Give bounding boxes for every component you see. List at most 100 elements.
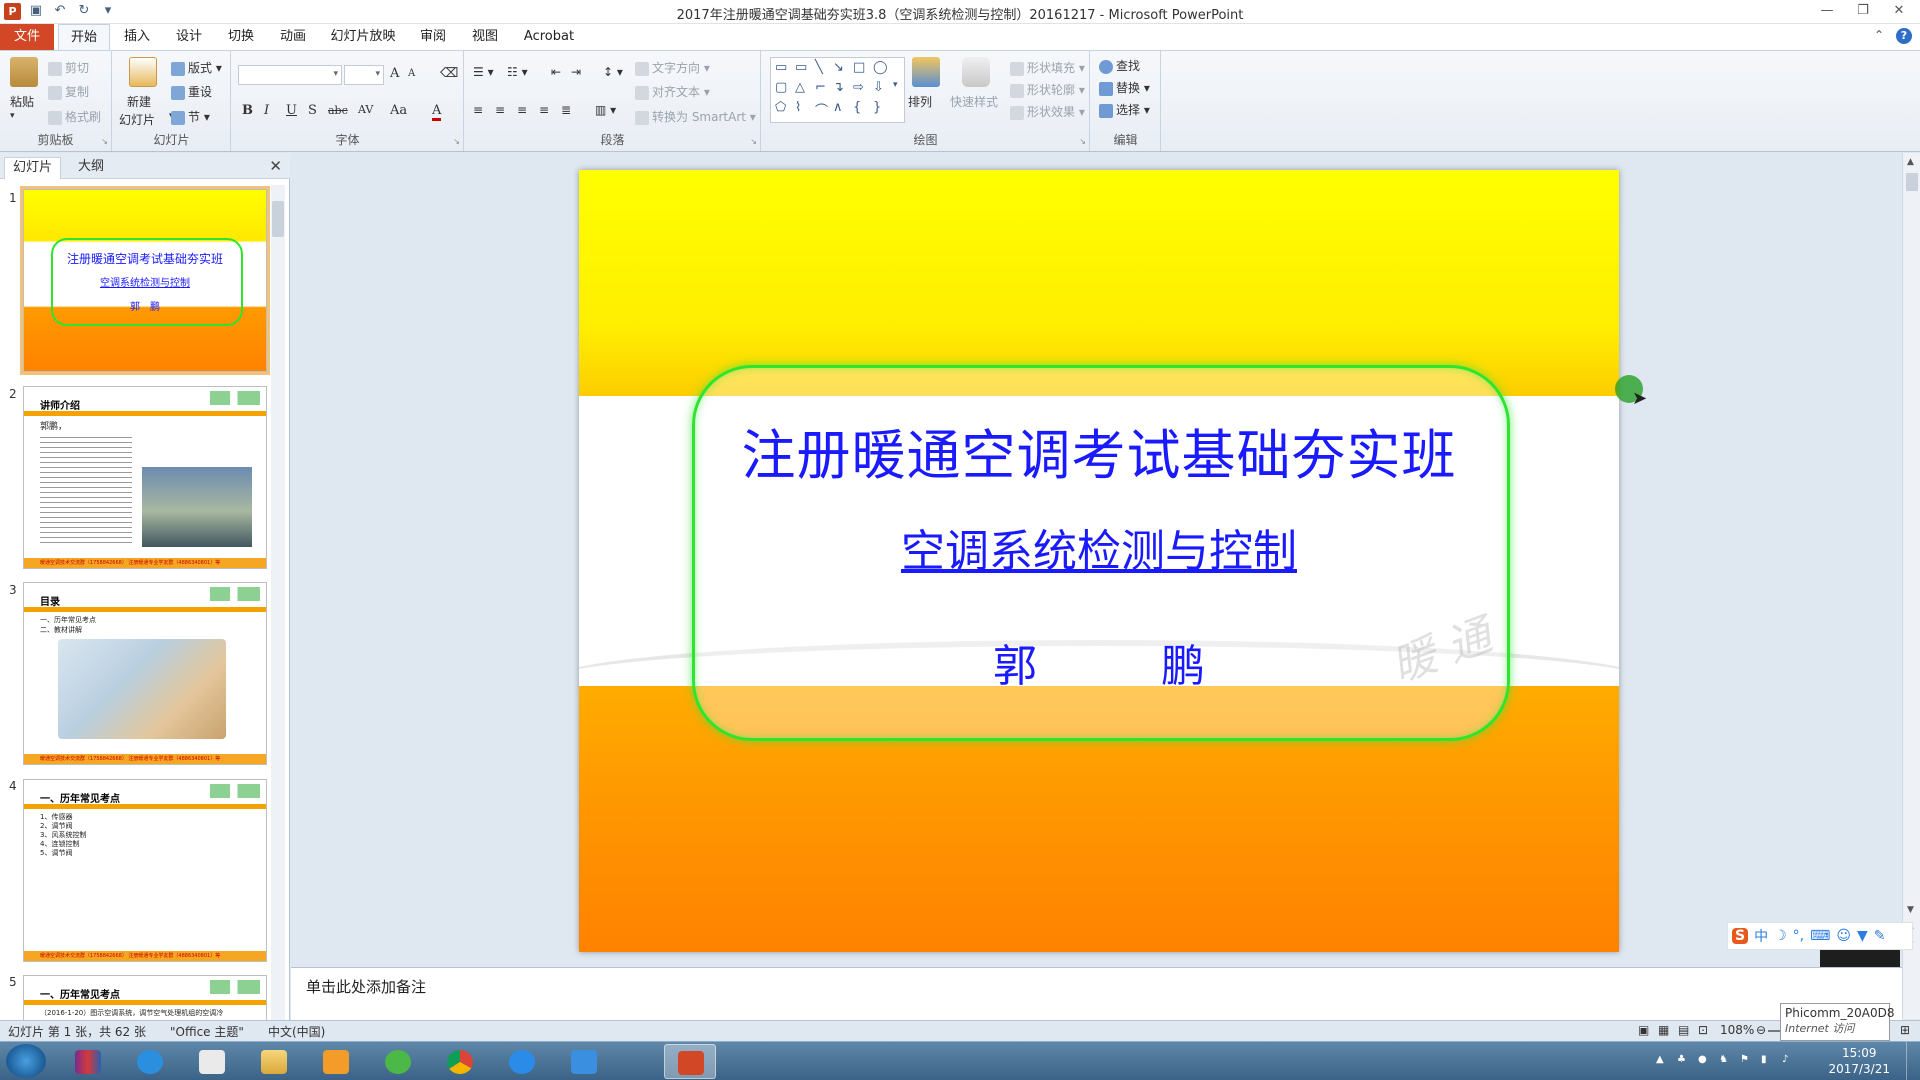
taskbar-powerpoint[interactable]: [664, 1044, 716, 1079]
paste-button[interactable]: 粘贴: [10, 93, 34, 110]
slide-author[interactable]: 郭 鹏: [579, 630, 1619, 694]
slide-thumbnail-5[interactable]: 一、历年常见考点 （2016-1-20）图示空调系统，调节空气处理机组的空调冷: [23, 975, 267, 1021]
close-panel-icon[interactable]: ✕: [269, 157, 282, 175]
arrow-shape-icon[interactable]: ↘: [833, 60, 844, 75]
slide-thumbnail-1[interactable]: 注册暖通空调考试基础夯实班 空调系统检测与控制 郭 鹏: [20, 186, 270, 375]
elbow-shape-icon[interactable]: ↴: [833, 80, 844, 95]
redo-icon[interactable]: ↻: [76, 3, 92, 19]
wrench-icon[interactable]: ✎: [1874, 928, 1886, 944]
left-brace-shape-icon[interactable]: {: [853, 100, 861, 115]
justify-button[interactable]: ≡: [539, 103, 549, 117]
slide-title[interactable]: 注册暖通空调考试基础夯实班: [579, 411, 1619, 490]
slideshow-view-icon[interactable]: ⊡: [1698, 1023, 1708, 1037]
font-size-combo[interactable]: ▾: [344, 65, 384, 85]
vertical-textbox-shape-icon[interactable]: ▭: [795, 60, 807, 75]
smartart-button[interactable]: 转换为 SmartArt ▾: [635, 108, 756, 125]
arrange-icon[interactable]: [912, 57, 940, 87]
find-button[interactable]: 查找: [1099, 57, 1140, 74]
arrange-button[interactable]: 排列: [908, 93, 932, 110]
undo-icon[interactable]: ↶: [52, 3, 68, 19]
increase-indent-button[interactable]: ⇥: [571, 65, 581, 79]
save-icon[interactable]: ▣: [28, 3, 44, 19]
tray-app-icon[interactable]: ♣: [1677, 1054, 1689, 1066]
customize-qat-icon[interactable]: ▾: [100, 3, 116, 19]
slide-thumbnail-3[interactable]: 目录 一、历年常见考点 二、教材讲解 暖通空调技术交流群（1758842668）…: [23, 582, 267, 765]
moon-icon[interactable]: ☽: [1774, 928, 1787, 944]
slide-thumbnail-2[interactable]: 讲师介绍 郭鹏， 暖通空调技术交流群（1758842668） 注册暖通专业学友群…: [23, 386, 267, 569]
new-slide-label[interactable]: 新建: [127, 93, 151, 110]
tab-transitions[interactable]: 切换: [220, 24, 262, 50]
align-center-button[interactable]: ≡: [495, 103, 505, 117]
distributed-button[interactable]: ≣: [561, 103, 571, 117]
right-arrow-shape-icon[interactable]: ⇨: [853, 80, 864, 95]
tab-file[interactable]: 文件: [0, 24, 54, 50]
select-button[interactable]: 选择 ▾: [1099, 101, 1150, 118]
slide-thumbnail-4[interactable]: 一、历年常见考点 1、传感器 2、调节阀 3、风系统控制 4、连锁控制 5、调节…: [23, 779, 267, 962]
rounded-rect-shape-icon[interactable]: ▢: [775, 80, 787, 95]
taskbar-ie[interactable]: [124, 1044, 176, 1079]
right-brace-shape-icon[interactable]: }: [873, 100, 881, 115]
shrink-font-button[interactable]: A: [408, 68, 415, 79]
scroll-up-icon[interactable]: ▲: [1907, 157, 1914, 167]
pentagon-shape-icon[interactable]: ⬠: [775, 100, 786, 115]
paste-icon[interactable]: [10, 57, 38, 87]
tray-expand-icon[interactable]: ▲: [1656, 1054, 1668, 1066]
scrollbar-thumb[interactable]: [272, 201, 284, 237]
taskbar-360[interactable]: [372, 1044, 424, 1079]
shape-fill-button[interactable]: 形状填充 ▾: [1010, 59, 1085, 76]
font-name-combo[interactable]: ▾: [238, 65, 342, 85]
quick-styles-button[interactable]: 快速样式: [950, 93, 998, 110]
notes-pane[interactable]: 单击此处添加备注: [291, 967, 1902, 1020]
slide-sorter-icon[interactable]: ▦: [1658, 1023, 1669, 1037]
gallery-more-icon[interactable]: ▾: [893, 80, 898, 90]
shapes-gallery[interactable]: ▭ ▭ ╲ ↘ □ ◯ ▢ △ ⌐ ↴ ⇨ ⇩ ⬠ ⌇ ⌒ ∧ { } ▾: [770, 57, 905, 123]
restore-button[interactable]: ❐: [1854, 2, 1872, 20]
thumbnails-scrollbar[interactable]: [271, 185, 285, 1021]
underline-button[interactable]: U: [286, 103, 297, 118]
connector-shape-icon[interactable]: ⌐: [815, 80, 826, 95]
line-shape-icon[interactable]: ╲: [815, 60, 823, 75]
ime-mode-toggle[interactable]: 中: [1754, 926, 1768, 946]
taskbar-explorer[interactable]: [248, 1044, 300, 1079]
oval-shape-icon[interactable]: ◯: [873, 60, 888, 75]
slide-scrollbar[interactable]: ▲ ▼ ⏶ ⏷: [1902, 153, 1920, 1019]
columns-button[interactable]: ▥ ▾: [595, 103, 616, 117]
replace-button[interactable]: 替换 ▾: [1099, 79, 1150, 96]
tray-green-icon[interactable]: ●: [1698, 1054, 1710, 1066]
tab-acrobat[interactable]: Acrobat: [518, 24, 580, 50]
shadow-button[interactable]: S: [308, 103, 317, 118]
current-slide[interactable]: 暖 通 注册暖通空调考试基础夯实班 空调系统检测与控制 郭 鹏: [579, 170, 1619, 952]
panel-tab-outline[interactable]: 大纲: [70, 157, 112, 179]
italic-button[interactable]: I: [264, 103, 269, 118]
tray-network-icon[interactable]: ▮: [1761, 1054, 1773, 1066]
reset-button[interactable]: 重设: [171, 83, 212, 100]
taskbar-bird-app[interactable]: [558, 1044, 610, 1079]
triangle-shape-icon[interactable]: △: [795, 80, 805, 95]
cut-button[interactable]: 剪切: [48, 59, 89, 76]
shirt-icon[interactable]: ▼: [1857, 928, 1868, 944]
line-spacing-button[interactable]: ↕ ▾: [603, 65, 623, 79]
grow-font-button[interactable]: A: [390, 66, 399, 81]
rectangle-shape-icon[interactable]: □: [853, 60, 865, 75]
paste-dropdown-icon[interactable]: ▾: [10, 111, 15, 121]
powerpoint-icon[interactable]: P: [4, 3, 21, 20]
minimize-ribbon-icon[interactable]: ⌃: [1874, 28, 1884, 44]
scroll-down-icon[interactable]: ▼: [1907, 905, 1914, 915]
decrease-indent-button[interactable]: ⇤: [551, 65, 561, 79]
char-spacing-button[interactable]: AV: [358, 103, 373, 116]
change-case-button[interactable]: Aa: [390, 103, 407, 118]
shape-effects-button[interactable]: 形状效果 ▾: [1010, 103, 1085, 120]
tab-home[interactable]: 开始: [58, 24, 110, 50]
sogou-logo-icon[interactable]: S: [1732, 928, 1749, 944]
paragraph-launcher-icon[interactable]: ↘: [750, 137, 757, 146]
reading-view-icon[interactable]: ▤: [1678, 1023, 1689, 1037]
theme-status[interactable]: "Office 主题": [170, 1023, 244, 1040]
slide-subtitle[interactable]: 空调系统检测与控制: [579, 515, 1619, 579]
section-button[interactable]: 节 ▾: [171, 108, 210, 125]
copy-button[interactable]: 复制: [48, 83, 89, 100]
minimize-button[interactable]: —: [1818, 2, 1836, 20]
tab-view[interactable]: 视图: [464, 24, 506, 50]
taskbar-winrar[interactable]: [62, 1044, 114, 1079]
slide-scrollbar-thumb[interactable]: [1906, 173, 1918, 191]
font-color-button[interactable]: A: [432, 103, 442, 121]
